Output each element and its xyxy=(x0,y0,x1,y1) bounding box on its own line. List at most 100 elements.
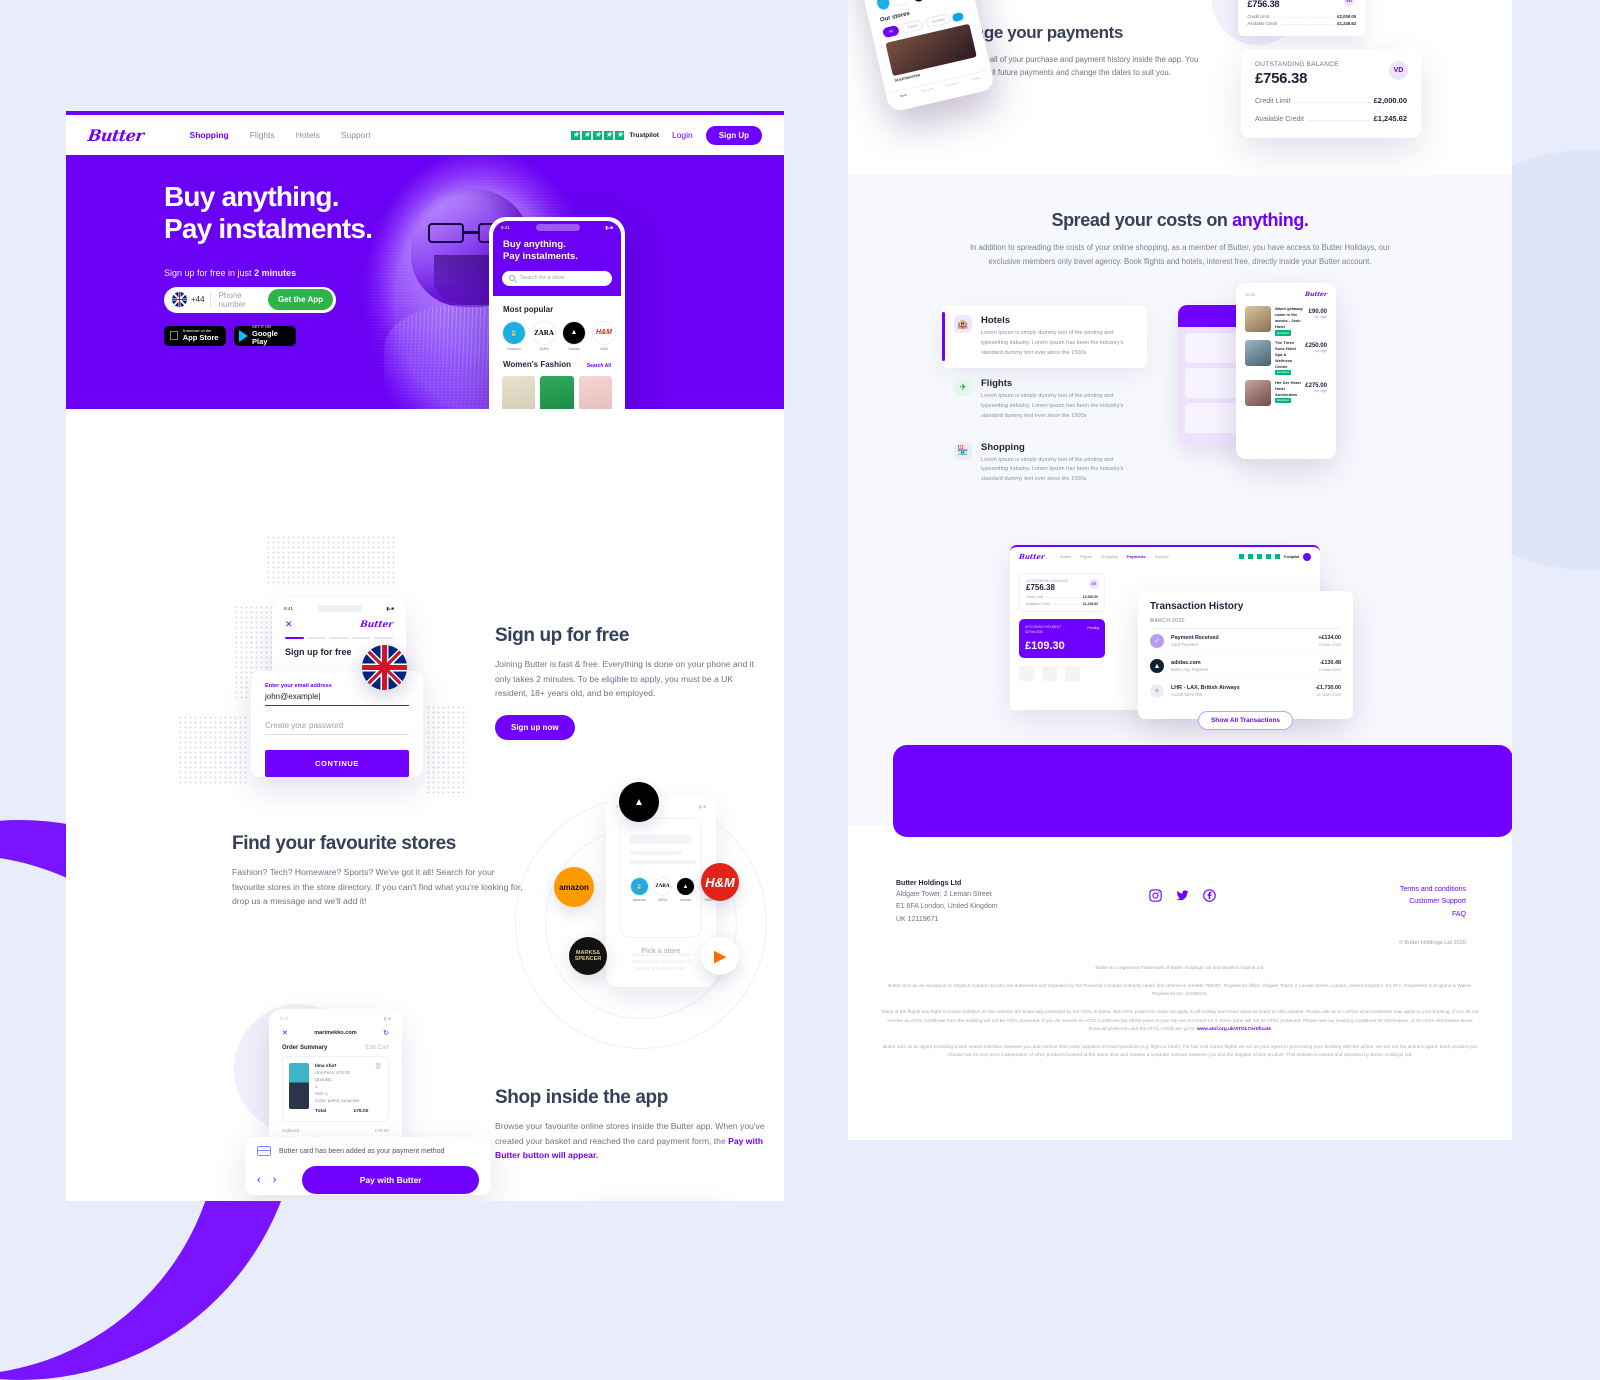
show-all-transactions-button[interactable]: Show All Transactions xyxy=(1197,711,1294,730)
check-icon: ✓ xyxy=(1150,634,1164,648)
brand-adidas[interactable]: ▲ Adidas xyxy=(562,320,586,351)
hero-heading: Buy anything. Pay instalments. xyxy=(164,181,373,245)
signup-button[interactable]: Sign Up xyxy=(705,125,762,145)
google-play-badge[interactable]: GET IT ON Google Play xyxy=(234,325,296,346)
hotel-result[interactable]: Warm getaway cabin in the woods - Josh H… xyxy=(1240,302,1332,336)
delete-icon[interactable]: 🗑 xyxy=(374,1063,382,1115)
stores-illustration: 9:41▮▵■ ⌛Amazon ZARAZARA ▲Adidas H&MH&M … xyxy=(515,775,781,1049)
dash-nav-flights[interactable]: Flights xyxy=(1080,554,1092,559)
dash-nav-payments[interactable]: Payments xyxy=(1127,554,1146,559)
email-field[interactable]: john@example| xyxy=(265,692,409,706)
star-icon xyxy=(1256,554,1262,559)
placeholder-icon[interactable] xyxy=(1019,666,1034,681)
tab-payments[interactable]: Payments xyxy=(915,85,940,95)
trustpilot-rating[interactable]: Trustpilot xyxy=(571,129,659,141)
nav-link-hotels[interactable]: Hotels xyxy=(296,130,320,140)
hotel-result[interactable]: Her Der Heart Hotel Amsterdam Excellent … xyxy=(1240,376,1332,406)
chip-travel[interactable]: Travel xyxy=(900,19,925,35)
footer-link-terms[interactable]: Terms and conditions xyxy=(1400,884,1466,896)
order-summary-heading: Order Summary Edit Cart xyxy=(282,1045,389,1051)
hotel-image xyxy=(1245,306,1271,332)
atol-link[interactable]: www.atol.org.uk/ATOLCertificate xyxy=(1197,1027,1271,1032)
butter-logo[interactable]: Butter xyxy=(87,126,145,145)
brand-adidas[interactable]: ▲ Adidas xyxy=(676,877,695,902)
dash-nav-hotels[interactable]: Hotels xyxy=(1060,554,1071,559)
brand-zara[interactable]: ZARA ZARA xyxy=(532,320,556,351)
search-all-link[interactable]: Search All xyxy=(587,363,611,369)
transaction-row[interactable]: ▲ adidas.com Butter App Payment -£130.48 2… xyxy=(1150,654,1341,679)
instagram-icon[interactable] xyxy=(1148,888,1163,903)
edit-cart-link[interactable]: Edit Cart xyxy=(366,1045,389,1051)
fashion-tile[interactable] xyxy=(578,375,612,409)
dot-pattern xyxy=(178,715,248,785)
brand-amazon[interactable]: ⌛ Amazon xyxy=(630,877,649,902)
signup-now-button[interactable]: Sign up now xyxy=(495,714,575,740)
status-icons: ▮▵■ xyxy=(698,804,706,809)
signup-phone-topbar: ✕ Butter xyxy=(276,612,402,630)
play-bubble-icon[interactable]: ▶ xyxy=(701,937,739,975)
transaction-row[interactable]: ✓ Payment Received Card Payment +£134.00 2… xyxy=(1150,629,1341,654)
browser-bar: ✕ marimekko.com ↻ xyxy=(273,1022,398,1041)
upcoming-amount: £109.30 xyxy=(1025,640,1065,652)
nav-link-support[interactable]: Support xyxy=(341,130,371,140)
close-icon[interactable]: ✕ xyxy=(282,1029,288,1037)
brand-amazon[interactable]: ⌛ Amazon xyxy=(502,320,526,351)
footer-socials xyxy=(1148,888,1217,903)
transaction-amount: -£130.48 xyxy=(1319,660,1341,666)
phone-input[interactable]: Phone number xyxy=(219,291,268,309)
footer-link-faq[interactable]: FAQ xyxy=(1400,909,1466,921)
status-badge: Pending xyxy=(1087,626,1099,630)
feature-hotels[interactable]: 🏨 Hotels Lorem Ipsum is simply dummy tex… xyxy=(942,305,1147,369)
country-code[interactable]: +44 xyxy=(191,295,205,304)
cta-image-button[interactable] xyxy=(951,12,965,23)
upcoming-date: 02 Feb 2020 xyxy=(1025,630,1043,634)
chip-clothing[interactable]: Clothing xyxy=(924,13,952,29)
transaction-name: Payment Received xyxy=(1171,635,1219,641)
twitter-icon[interactable] xyxy=(1175,888,1190,903)
feature-flights[interactable]: ✈ Flights Lorem Ipsum is simply dummy te… xyxy=(942,368,1147,431)
facebook-icon[interactable] xyxy=(1202,888,1217,903)
app-store-badge[interactable]:  Download on theApp Store xyxy=(164,325,226,346)
get-the-app-button[interactable]: Get the App xyxy=(267,289,333,311)
dot-pattern xyxy=(266,535,396,587)
placeholder-icon[interactable] xyxy=(1065,666,1080,681)
tab-store[interactable]: Store xyxy=(891,91,916,101)
dash-nav-shopping[interactable]: Shopping xyxy=(1101,554,1118,559)
tab-purchases[interactable]: Purchases xyxy=(939,80,964,90)
hotel-result[interactable]: The Three Sons Hotel Spa & Wellness Cent… xyxy=(1240,336,1332,376)
fashion-tile[interactable]: ASOS xyxy=(502,375,536,409)
brand-hm[interactable]: H&MH&M xyxy=(592,320,616,351)
legal-paragraph-atol: Many of the flights and flight-inclusive… xyxy=(881,1009,1479,1033)
transaction-month: MARCH 2020 xyxy=(1150,618,1341,629)
chip-all[interactable]: All xyxy=(882,25,900,39)
next-arrow-icon[interactable]: › xyxy=(273,1174,277,1186)
hero-copy: Buy anything. Pay instalments. Sign up f… xyxy=(164,181,444,346)
adidas-bubble-icon[interactable]: ▲ xyxy=(619,782,659,822)
login-link[interactable]: Login xyxy=(672,130,693,140)
phone-search-input[interactable]: Search for a store xyxy=(502,270,612,286)
rating-badge: Excellent xyxy=(1275,369,1292,376)
password-field[interactable]: Create your password xyxy=(265,721,409,735)
avatar[interactable] xyxy=(1303,552,1311,561)
continue-button[interactable]: CONTINUE xyxy=(265,750,409,777)
footer-link-support[interactable]: Customer Support xyxy=(1400,896,1466,908)
placeholder-icon[interactable] xyxy=(1042,666,1057,681)
amazon-bubble-icon[interactable]: amazon xyxy=(554,867,594,907)
tab-profile[interactable]: Profile xyxy=(964,74,989,84)
nav-link-shopping[interactable]: Shopping xyxy=(190,130,229,140)
hm-bubble-icon[interactable]: H&M xyxy=(701,863,739,901)
nav-link-flights[interactable]: Flights xyxy=(250,130,275,140)
marks-spencer-bubble-icon[interactable]: MARKS& SPENCER xyxy=(569,937,607,975)
dash-nav-support[interactable]: Support xyxy=(1155,554,1169,559)
transaction-row[interactable]: ✈ LHR - LAX, British Airways A1234-5678-0… xyxy=(1150,679,1341,703)
google-play-big: Google Play xyxy=(252,328,278,346)
pay-with-butter-button[interactable]: Pay with Butter xyxy=(302,1166,479,1194)
feature-shopping[interactable]: 🏪 Shopping Lorem Ipsum is simply dummy t… xyxy=(942,432,1147,495)
brand-zara[interactable]: ZARA ZARA xyxy=(653,877,672,902)
refresh-icon[interactable]: ↻ xyxy=(383,1029,389,1037)
star-icon xyxy=(615,129,625,141)
divider xyxy=(209,292,211,307)
close-icon[interactable]: ✕ xyxy=(285,619,293,630)
prev-arrow-icon[interactable]: ‹ xyxy=(257,1174,261,1186)
fashion-tile[interactable]: ZARA xyxy=(540,375,574,409)
